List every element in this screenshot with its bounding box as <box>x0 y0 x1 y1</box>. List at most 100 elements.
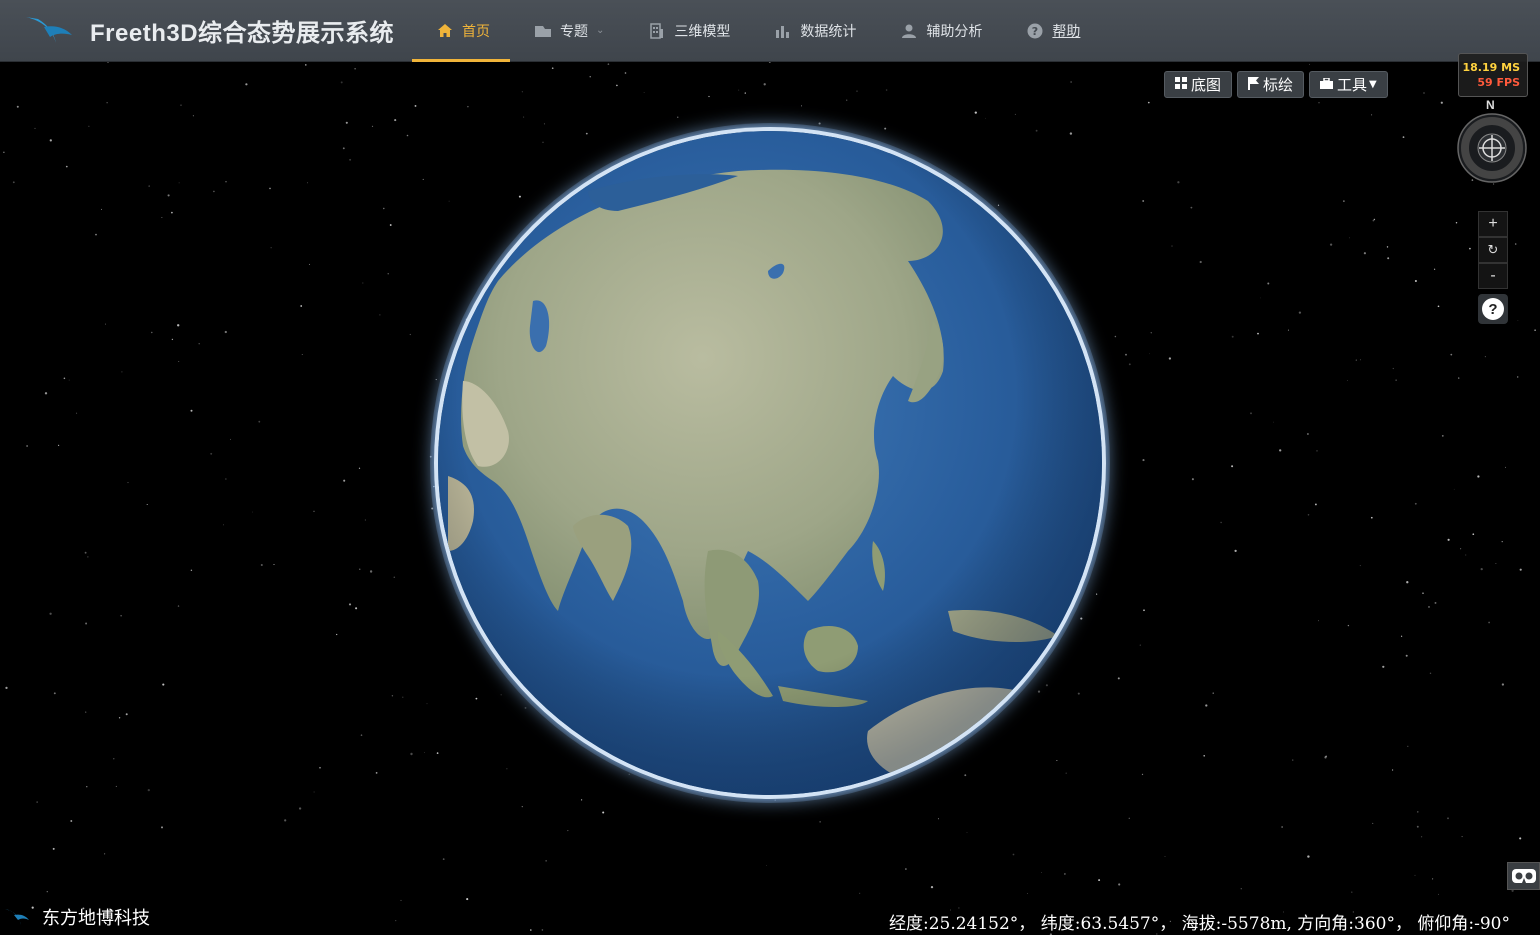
star <box>859 892 861 894</box>
star <box>1422 592 1424 594</box>
nav-item-home[interactable]: 首页 <box>412 0 510 62</box>
briefcase-icon <box>1320 76 1334 92</box>
star <box>245 83 248 86</box>
zoom-out-button[interactable]: - <box>1478 263 1508 289</box>
star <box>1346 379 1348 381</box>
star <box>1501 683 1505 686</box>
tools-label: 工具 <box>1337 76 1368 94</box>
star <box>46 891 48 893</box>
star <box>818 122 821 125</box>
bar-chart-icon <box>774 22 792 40</box>
star <box>1234 549 1237 553</box>
star <box>1519 568 1522 571</box>
zoom-controls: + ↻ - <box>1478 211 1508 289</box>
star <box>260 563 263 567</box>
star <box>966 832 968 833</box>
star <box>151 331 153 334</box>
marker-button[interactable]: 标绘 <box>1237 71 1305 98</box>
star <box>1203 755 1205 757</box>
navigation-compass[interactable] <box>1457 113 1527 183</box>
flag-icon <box>1248 76 1260 93</box>
star <box>1351 891 1353 893</box>
star <box>1298 311 1302 314</box>
chevron-down-icon: ⌄ <box>596 25 605 36</box>
star <box>523 116 525 118</box>
continents-map <box>438 131 1102 795</box>
star <box>677 116 679 118</box>
star <box>1428 605 1430 608</box>
vr-goggles-icon <box>1511 869 1536 883</box>
star <box>369 570 373 573</box>
star <box>104 853 106 855</box>
star <box>985 117 986 119</box>
star <box>269 187 271 190</box>
star <box>1414 874 1416 876</box>
star <box>225 181 227 183</box>
star <box>223 524 224 526</box>
reset-view-button[interactable]: ↻ <box>1478 237 1508 263</box>
star <box>1511 889 1514 892</box>
star <box>343 479 346 482</box>
map-help-button[interactable]: ? <box>1478 294 1508 324</box>
star <box>273 564 275 565</box>
nav-item-statistics[interactable]: 数据统计 <box>750 0 876 62</box>
star <box>1417 811 1419 813</box>
star <box>1447 538 1450 541</box>
star <box>359 568 361 570</box>
zoom-in-button[interactable]: + <box>1478 211 1508 237</box>
star <box>375 772 378 774</box>
caret-down-icon: ▼ <box>1369 79 1377 90</box>
frame-rate: 59 FPS <box>1477 76 1520 89</box>
star <box>120 615 122 617</box>
nav-item-topic[interactable]: 专题 ⌄ <box>510 0 624 62</box>
nav-item-3d-model[interactable]: 三维模型 <box>624 0 750 62</box>
star <box>708 95 710 98</box>
nav-item-help[interactable]: ? 帮助 <box>1002 0 1100 62</box>
tools-dropdown-button[interactable]: 工具 ▼ <box>1309 71 1388 98</box>
star <box>466 898 469 901</box>
star <box>643 92 645 93</box>
star <box>107 62 109 63</box>
earth-globe[interactable] <box>430 123 1110 803</box>
star <box>1148 353 1150 355</box>
star <box>1147 101 1150 104</box>
star <box>224 330 227 334</box>
star <box>738 89 740 91</box>
star <box>602 811 605 814</box>
star <box>5 686 8 690</box>
star <box>300 305 303 307</box>
star <box>1460 548 1462 550</box>
user-icon <box>900 22 918 40</box>
star <box>422 178 424 180</box>
star <box>1205 704 1208 707</box>
star <box>115 785 117 787</box>
main-nav: 首页 专题 ⌄ 三维模型 数据统计 辅助分析 ? 帮助 <box>412 0 1100 62</box>
question-icon: ? <box>1026 22 1044 40</box>
star <box>1433 268 1436 270</box>
star <box>52 847 55 850</box>
basemap-button[interactable]: 底图 <box>1164 71 1233 98</box>
star <box>313 510 315 512</box>
star <box>349 158 352 161</box>
star <box>84 551 87 554</box>
nav-label: 首页 <box>462 23 490 40</box>
star <box>1534 329 1536 331</box>
building-icon <box>648 22 666 40</box>
star <box>1143 609 1145 612</box>
nav-item-analysis[interactable]: 辅助分析 <box>876 0 1002 62</box>
star <box>1199 260 1202 264</box>
star <box>147 788 150 792</box>
vr-mode-button[interactable] <box>1507 862 1540 890</box>
star <box>49 139 52 142</box>
star <box>161 826 163 829</box>
star <box>1343 200 1345 202</box>
star <box>1461 836 1463 838</box>
star <box>1150 332 1152 334</box>
star <box>162 683 165 686</box>
star <box>1012 853 1015 856</box>
star <box>1041 872 1042 873</box>
star <box>85 711 87 713</box>
star <box>1372 822 1374 824</box>
star <box>1125 353 1127 356</box>
star <box>251 511 253 513</box>
